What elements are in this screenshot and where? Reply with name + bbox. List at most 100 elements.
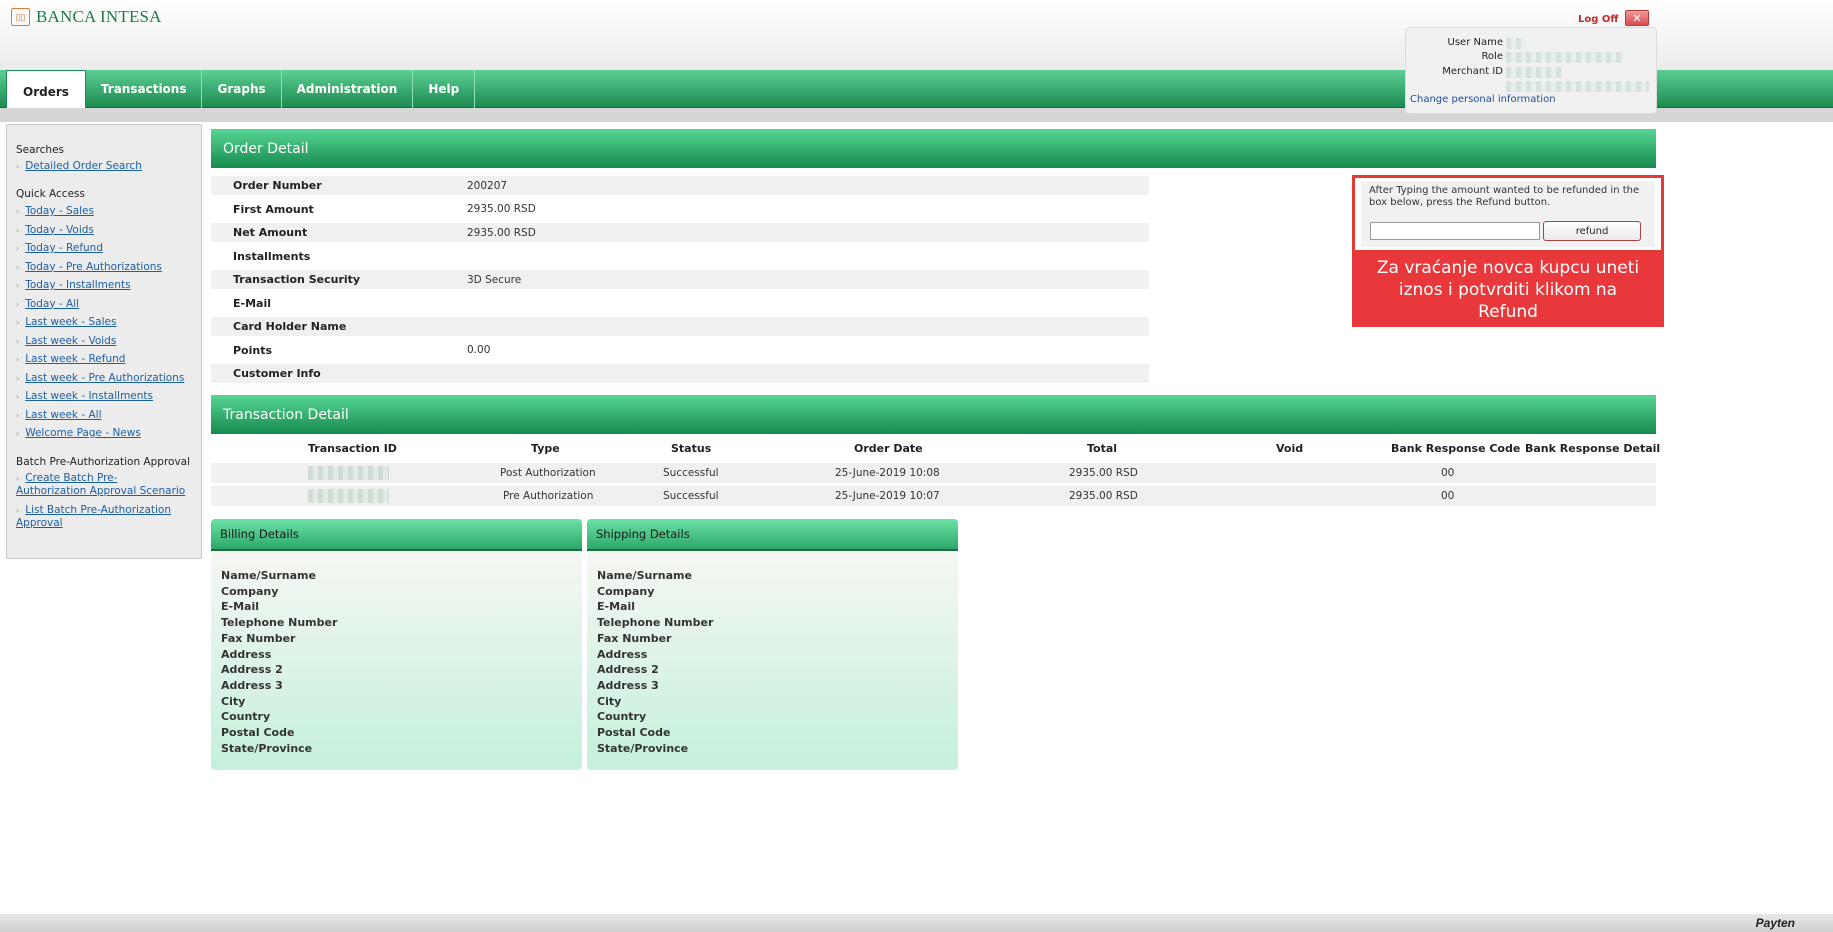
shipping-field-label: Name/Surname (597, 569, 692, 582)
order-detail-row: Card Holder Name (211, 317, 1149, 336)
order-detail-header: Order Detail (211, 129, 1656, 168)
billing-details-header: Billing Details (211, 519, 582, 551)
sidebar-item-list-batch[interactable]: › List Batch Pre-Authorization Approval (16, 504, 186, 530)
sidebar-item-today-sales[interactable]: › Today - Sales (16, 205, 94, 218)
shipping-field-label: State/Province (597, 741, 689, 755)
shipping-field-label: Fax Number (597, 631, 672, 645)
sidebar-item-today-installments[interactable]: › Today - Installments (16, 279, 131, 292)
tab-administration[interactable]: Administration (282, 70, 414, 108)
sidebar-item-last-week-refund[interactable]: › Last week - Refund (16, 353, 125, 366)
sidebar-item-last-week-all[interactable]: › Last week - All (16, 409, 101, 422)
bullet-icon: › (16, 281, 20, 290)
bullet-icon: › (16, 318, 20, 327)
shipping-field-label: Company (597, 584, 655, 598)
shipping-field-label: Telephone Number (597, 616, 714, 630)
billing-details-panel: Billing Details Name/Surname Company E-M… (211, 519, 582, 770)
order-detail-row: Transaction Security 3D Secure (211, 270, 1149, 289)
billing-field-label: Company (221, 584, 279, 598)
billing-field-label: Country (221, 710, 271, 724)
tab-orders[interactable]: Orders (6, 70, 86, 112)
tab-graphs[interactable]: Graphs (202, 70, 282, 108)
shipping-details-header: Shipping Details (587, 519, 958, 551)
refund-instructions: After Typing the amount wanted to be ref… (1369, 185, 1640, 208)
bullet-icon: › (16, 299, 20, 309)
shipping-field-label: Address 2 (597, 663, 659, 677)
billing-field-label: Address 2 (221, 663, 283, 677)
shipping-field-label: City (597, 694, 622, 708)
shipping-field-label: Address 3 (597, 678, 659, 692)
sidebar-item-today-refund[interactable]: › Today - Refund (16, 242, 103, 255)
bullet-icon: › (16, 474, 20, 483)
order-detail-row: Order Number 200207 (211, 176, 1149, 195)
sidebar-item-welcome-news[interactable]: › Welcome Page - News (16, 427, 141, 440)
bank-logo-icon: ▯▯ (11, 8, 30, 26)
bullet-icon: › (16, 244, 20, 253)
sidebar-item-last-week-installments[interactable]: › Last week - Installments (16, 390, 153, 403)
sidebar-item-last-week-sales[interactable]: › Last week - Sales (16, 316, 116, 329)
transaction-detail-header: Transaction Detail (211, 395, 1656, 434)
sidebar-item-last-week-pre-authorizations[interactable]: › Last week - Pre Authorizations (16, 372, 184, 385)
payten-logo: Payten (1755, 916, 1795, 930)
role-value-redacted (1506, 52, 1624, 63)
billing-field-label: Address (221, 647, 272, 661)
order-detail-row: E-Mail (233, 296, 271, 310)
sidebar-section-batch: Batch Pre-Authorization Approval (16, 456, 191, 468)
transaction-id-redacted (308, 466, 389, 480)
sidebar-item-today-all[interactable]: › Today - All (16, 298, 79, 311)
user-name-label: User Name (1447, 37, 1503, 48)
refund-amount-input[interactable] (1370, 222, 1540, 240)
refund-button[interactable]: refund (1543, 221, 1641, 241)
bullet-icon: › (16, 225, 20, 235)
logoff-link[interactable]: Log Off (1578, 14, 1618, 25)
billing-field-label: Postal Code (221, 726, 295, 739)
shipping-details-panel: Shipping Details Name/Surname Company E-… (587, 519, 958, 770)
col-total: Total (1087, 442, 1118, 455)
bullet-icon: › (16, 162, 20, 171)
col-void: Void (1276, 442, 1304, 455)
billing-field-label: Address 3 (221, 678, 283, 692)
sidebar-item-detailed-order-search[interactable]: › Detailed Order Search (16, 160, 142, 173)
sidebar-item-create-batch[interactable]: › Create Batch Pre-Authorization Approval… (16, 472, 186, 498)
col-type: Type (531, 442, 560, 455)
change-personal-info-link[interactable]: Change personal information (1410, 94, 1556, 105)
sidebar-section-quick-access: Quick Access (16, 188, 85, 200)
order-detail-row: Points 0.00 (233, 343, 491, 357)
order-detail-row: Net Amount 2935.00 RSD (211, 223, 1149, 242)
tab-transactions[interactable]: Transactions (86, 70, 203, 108)
order-detail-row: First Amount 2935.00 RSD (233, 202, 536, 216)
refund-panel: After Typing the amount wanted to be ref… (1352, 175, 1664, 253)
bullet-icon: › (16, 355, 20, 364)
billing-field-label: City (221, 694, 246, 708)
billing-field-label: State/Province (221, 741, 313, 755)
refund-callout: Za vraćanje novca kupcu uneti iznos i po… (1352, 253, 1664, 327)
table-row[interactable]: Post Authorization Successful 25-June-20… (211, 463, 1656, 483)
col-bank-response-code: Bank Response Code (1391, 442, 1521, 455)
sidebar: Searches › Detailed Order Search Quick Ac… (6, 124, 202, 559)
sidebar-item-today-voids[interactable]: › Today - Voids (16, 224, 94, 237)
table-row[interactable]: Pre Authorization Successful 25-June-201… (211, 486, 1656, 506)
bullet-icon: › (16, 429, 20, 438)
bullet-icon: › (16, 207, 20, 216)
user-name-value-redacted (1506, 38, 1526, 49)
billing-field-label: E-Mail (221, 600, 259, 614)
tab-help[interactable]: Help (413, 70, 476, 108)
bank-logo[interactable]: ▯▯ BANCA INTESA (11, 7, 162, 27)
sidebar-section-searches: Searches (16, 144, 65, 156)
user-info-panel: User Name Role Merchant ID Change person… (1405, 27, 1657, 114)
merchant-id-label: Merchant ID (1442, 66, 1503, 77)
shipping-field-label: Address (597, 647, 648, 661)
sidebar-item-last-week-voids[interactable]: › Last week - Voids (16, 335, 116, 348)
bullet-icon: › (16, 392, 20, 401)
order-detail-row: Customer Info (211, 364, 1149, 383)
close-icon[interactable]: ✕ (1625, 10, 1649, 26)
role-label: Role (1481, 51, 1503, 62)
transaction-id-redacted (308, 489, 389, 503)
col-status: Status (671, 442, 712, 455)
bullet-icon: › (16, 506, 20, 515)
sidebar-item-today-pre-authorizations[interactable]: › Today - Pre Authorizations (16, 261, 162, 274)
page-footer: Payten (0, 914, 1833, 932)
shipping-field-label: Postal Code (597, 726, 671, 739)
col-order-date: Order Date (854, 442, 923, 455)
bullet-icon: › (16, 262, 20, 272)
billing-field-label: Name/Surname (221, 569, 316, 582)
